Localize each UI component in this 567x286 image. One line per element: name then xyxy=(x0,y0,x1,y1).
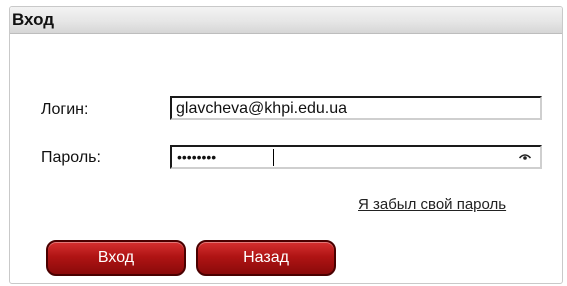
login-input[interactable] xyxy=(176,99,506,119)
forgot-password-link[interactable]: Я забыл свой пароль xyxy=(358,196,506,213)
eye-icon[interactable] xyxy=(519,153,531,161)
password-input[interactable]: •••••••• xyxy=(177,149,216,165)
login-label: Логин: xyxy=(41,101,89,118)
password-field-box[interactable]: •••••••• xyxy=(170,145,542,169)
password-label: Пароль: xyxy=(41,149,101,166)
panel-title: Вход xyxy=(12,10,55,29)
login-field-box[interactable] xyxy=(170,96,542,120)
text-caret xyxy=(273,149,274,166)
panel-header: Вход xyxy=(10,7,562,34)
login-button[interactable]: Вход xyxy=(46,240,186,276)
back-button[interactable]: Назад xyxy=(196,240,336,276)
